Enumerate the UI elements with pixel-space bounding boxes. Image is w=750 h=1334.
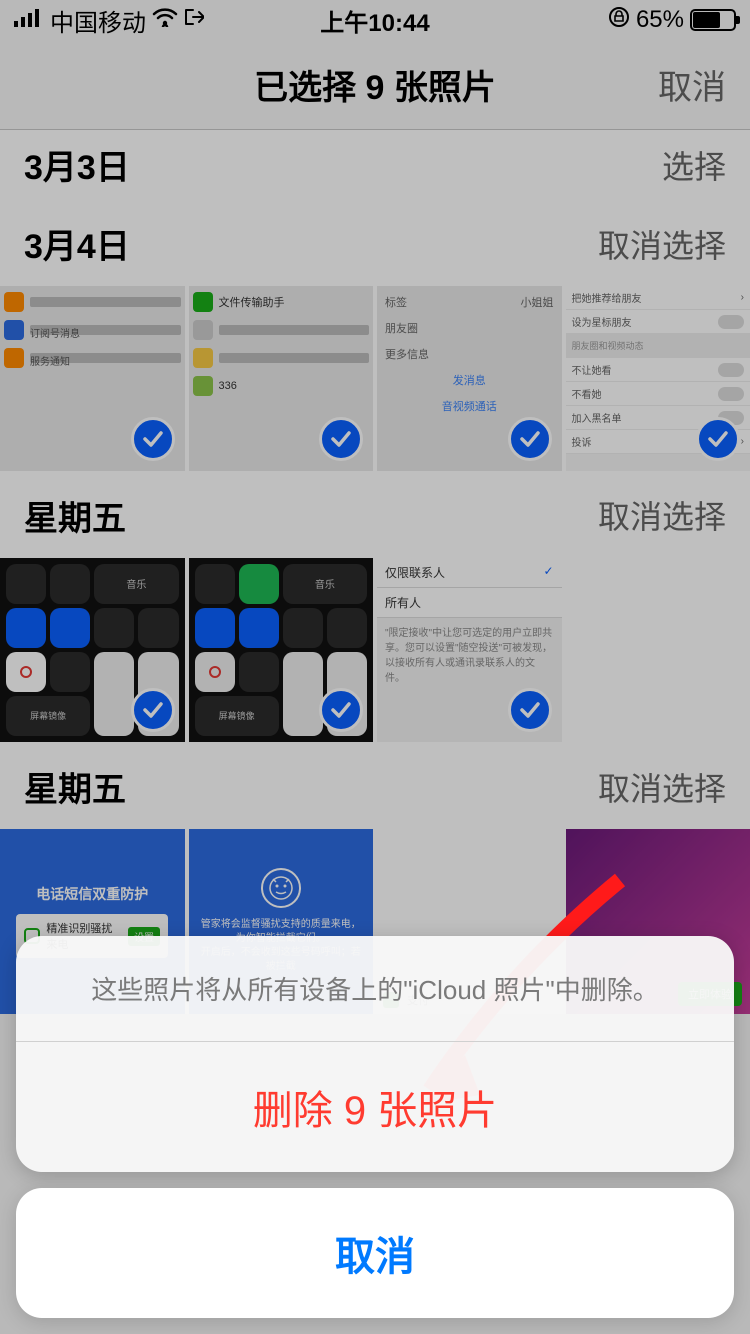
photo-thumb[interactable]: 订阅号消息 服务通知: [0, 286, 185, 471]
checkmark-icon: [319, 688, 363, 732]
photo-thumb[interactable]: 把她推荐给朋友› 设为星标朋友 朋友圈和视频动态 不让她看 不看她 加入黑名单 …: [566, 286, 750, 471]
battery-percent: 65%: [636, 6, 684, 34]
checkmark-icon: [508, 688, 552, 732]
section-date: 星期五: [24, 491, 126, 540]
delete-photos-button[interactable]: 删除 9 张照片: [16, 1042, 734, 1172]
section-deselect-button[interactable]: 取消选择: [598, 492, 726, 538]
battery-icon: [690, 9, 736, 31]
nav-bar: 已选择 9 张照片 取消: [0, 40, 750, 130]
checkmark-icon: [319, 417, 363, 461]
nav-cancel-button[interactable]: 取消: [658, 60, 726, 109]
section-header-3: 星期五 取消选择: [0, 742, 750, 829]
rotation-lock-icon: [608, 6, 630, 35]
checkmark-icon: [696, 417, 740, 461]
checkmark-icon: [131, 688, 175, 732]
photo-thumb[interactable]: 音乐 屏幕镜像: [189, 558, 374, 743]
photo-thumb[interactable]: 标签小姐姐 朋友圈 更多信息 发消息 音视频通话: [377, 286, 562, 471]
status-right: 65%: [608, 6, 736, 35]
action-sheet-cancel-button[interactable]: 取消: [16, 1188, 734, 1318]
photo-grid-1: 订阅号消息 服务通知 文件传输助手 336 标签小姐姐 朋友圈 更多信息 发消息…: [0, 286, 750, 471]
share-icon: [184, 6, 204, 35]
photo-thumb[interactable]: 文件传输助手 336: [189, 286, 374, 471]
section-date: 3月4日: [24, 219, 130, 268]
section-deselect-button[interactable]: 取消选择: [598, 221, 726, 267]
checkmark-icon: [508, 417, 552, 461]
photo-thumb[interactable]: 音乐 屏幕镜像: [0, 558, 185, 743]
section-select-button[interactable]: 选择: [662, 142, 726, 188]
section-deselect-button[interactable]: 取消选择: [598, 764, 726, 810]
carrier-label: 中国移动: [50, 3, 146, 38]
photo-thumb[interactable]: 仅限联系人✓ 所有人 "限定接收"中让您可选定的用户立即共享。您可以设置"随空投…: [377, 558, 562, 743]
action-sheet: 这些照片将从所有设备上的"iCloud 照片"中删除。 删除 9 张照片 取消: [0, 920, 750, 1334]
section-header-2: 星期五 取消选择: [0, 471, 750, 558]
photo-thumb-empty: [566, 558, 750, 743]
nav-title: 已选择 9 张照片: [254, 60, 496, 109]
status-left: 中国移动: [14, 3, 204, 38]
section-header-1: 3月4日 取消选择: [0, 199, 750, 286]
section-date: 3月3日: [24, 140, 130, 189]
section-date: 星期五: [24, 762, 126, 811]
section-header-0: 3月3日 选择: [0, 130, 750, 199]
photo-grid-2: 音乐 屏幕镜像 音乐 屏幕镜像 仅限联系人✓ 所有人 "限定接收"中让您可选定的…: [0, 558, 750, 743]
action-sheet-message: 这些照片将从所有设备上的"iCloud 照片"中删除。: [16, 936, 734, 1042]
status-bar: 中国移动 上午10:44 65%: [0, 0, 750, 40]
checkmark-icon: [131, 417, 175, 461]
action-sheet-panel: 这些照片将从所有设备上的"iCloud 照片"中删除。 删除 9 张照片: [16, 936, 734, 1172]
status-time: 上午10:44: [320, 3, 429, 38]
wifi-icon: [152, 6, 178, 34]
signal-icon: [14, 6, 44, 34]
